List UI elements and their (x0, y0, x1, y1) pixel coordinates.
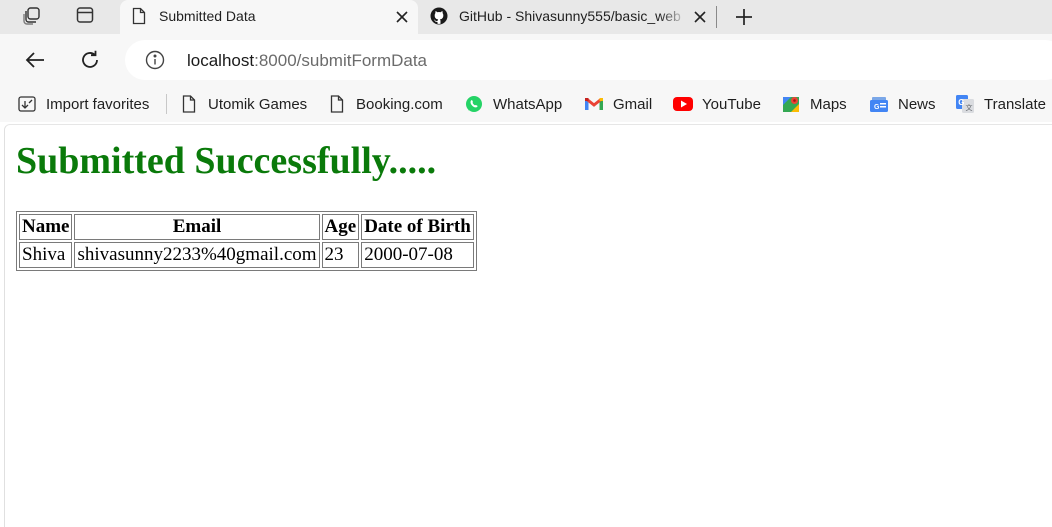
close-icon (396, 11, 408, 23)
favorite-label: Translate (984, 95, 1046, 113)
plus-icon (736, 9, 752, 25)
svg-text:文: 文 (966, 103, 973, 112)
column-header-date-of-birth: Date of Birth (361, 214, 474, 240)
favorite-news[interactable]: G News (869, 92, 936, 116)
svg-text:G: G (874, 104, 880, 111)
page-icon (327, 94, 347, 114)
favorites-bar: Import favorites Utomik Games Booking.co… (0, 86, 1052, 122)
column-header-name: Name (19, 214, 73, 240)
favorite-label: YouTube (702, 95, 761, 113)
page-viewport: Submitted Successfully..... Name Email A… (4, 124, 1052, 527)
cell-age: 23 (321, 242, 360, 268)
favorite-booking[interactable]: Booking.com (327, 92, 443, 116)
site-info-icon[interactable] (145, 50, 165, 70)
column-header-age: Age (321, 214, 360, 240)
import-favorites-icon (17, 94, 37, 114)
page-icon (179, 94, 199, 114)
tab-github[interactable]: GitHub - Shivasunny555/basic_web (420, 0, 716, 34)
table-row: Shiva shivasunny2233%40gmail.com 23 2000… (19, 242, 474, 268)
favorite-translate[interactable]: G文 Translate (955, 92, 1046, 116)
translate-icon: G文 (955, 94, 975, 114)
favorite-gmail[interactable]: Gmail (584, 92, 652, 116)
favorite-label: Booking.com (356, 95, 443, 113)
arrow-left-icon (25, 52, 44, 68)
gmail-icon (584, 94, 604, 114)
close-tab-button[interactable] (392, 7, 412, 27)
tab-title: Submitted Data (159, 8, 256, 24)
favorites-divider (166, 94, 167, 114)
close-tab-button[interactable] (690, 7, 710, 27)
tab-title: GitHub - Shivasunny555/basic_web (459, 8, 681, 24)
maps-icon (781, 94, 801, 114)
favorite-label: Gmail (613, 95, 653, 113)
cell-name: Shiva (19, 242, 73, 268)
page-heading: Submitted Successfully..... (16, 140, 437, 182)
workspaces-button[interactable] (17, 3, 47, 31)
submitted-data-table: Name Email Age Date of Birth Shiva shiva… (16, 211, 477, 271)
new-tab-button[interactable] (730, 3, 758, 31)
whatsapp-icon (464, 94, 484, 114)
tab-separator (716, 6, 717, 28)
youtube-icon (673, 94, 693, 114)
column-header-email: Email (74, 214, 320, 240)
refresh-button[interactable] (74, 44, 106, 76)
workspaces-icon (22, 5, 42, 30)
github-icon (430, 7, 448, 25)
news-icon: G (869, 94, 889, 114)
favorite-label: Maps (810, 95, 847, 113)
favorite-whatsapp[interactable]: WhatsApp (464, 92, 562, 116)
favorite-label: News (898, 95, 936, 113)
tab-actions-icon (75, 5, 95, 30)
tab-strip: Submitted Data GitHub - Shivasunny555/ba… (0, 0, 1052, 34)
tab-actions-button[interactable] (70, 3, 100, 31)
cell-email: shivasunny2233%40gmail.com (74, 242, 320, 268)
tab-submitted-data[interactable]: Submitted Data (120, 0, 418, 34)
table-header-row: Name Email Age Date of Birth (19, 214, 474, 240)
back-button[interactable] (19, 44, 51, 76)
svg-text:G: G (958, 98, 964, 107)
refresh-icon (82, 50, 98, 68)
url-path: :8000/submitFormData (254, 51, 428, 70)
page-icon (130, 7, 148, 25)
url-host: localhost (187, 51, 255, 70)
close-icon (694, 11, 706, 23)
browser-toolbar: localhost:8000/submitFormData (0, 34, 1052, 86)
url-text: localhost:8000/submitFormData (187, 51, 427, 71)
address-bar[interactable]: localhost:8000/submitFormData (125, 40, 1052, 80)
favorite-label: WhatsApp (493, 95, 563, 113)
favorite-import-favorites[interactable]: Import favorites (17, 92, 149, 116)
favorite-label: Import favorites (46, 95, 150, 113)
favorite-utomik-games[interactable]: Utomik Games (179, 92, 307, 116)
favorite-maps[interactable]: Maps (781, 92, 847, 116)
cell-date-of-birth: 2000-07-08 (361, 242, 474, 268)
favorite-youtube[interactable]: YouTube (673, 92, 761, 116)
favorite-label: Utomik Games (208, 95, 308, 113)
